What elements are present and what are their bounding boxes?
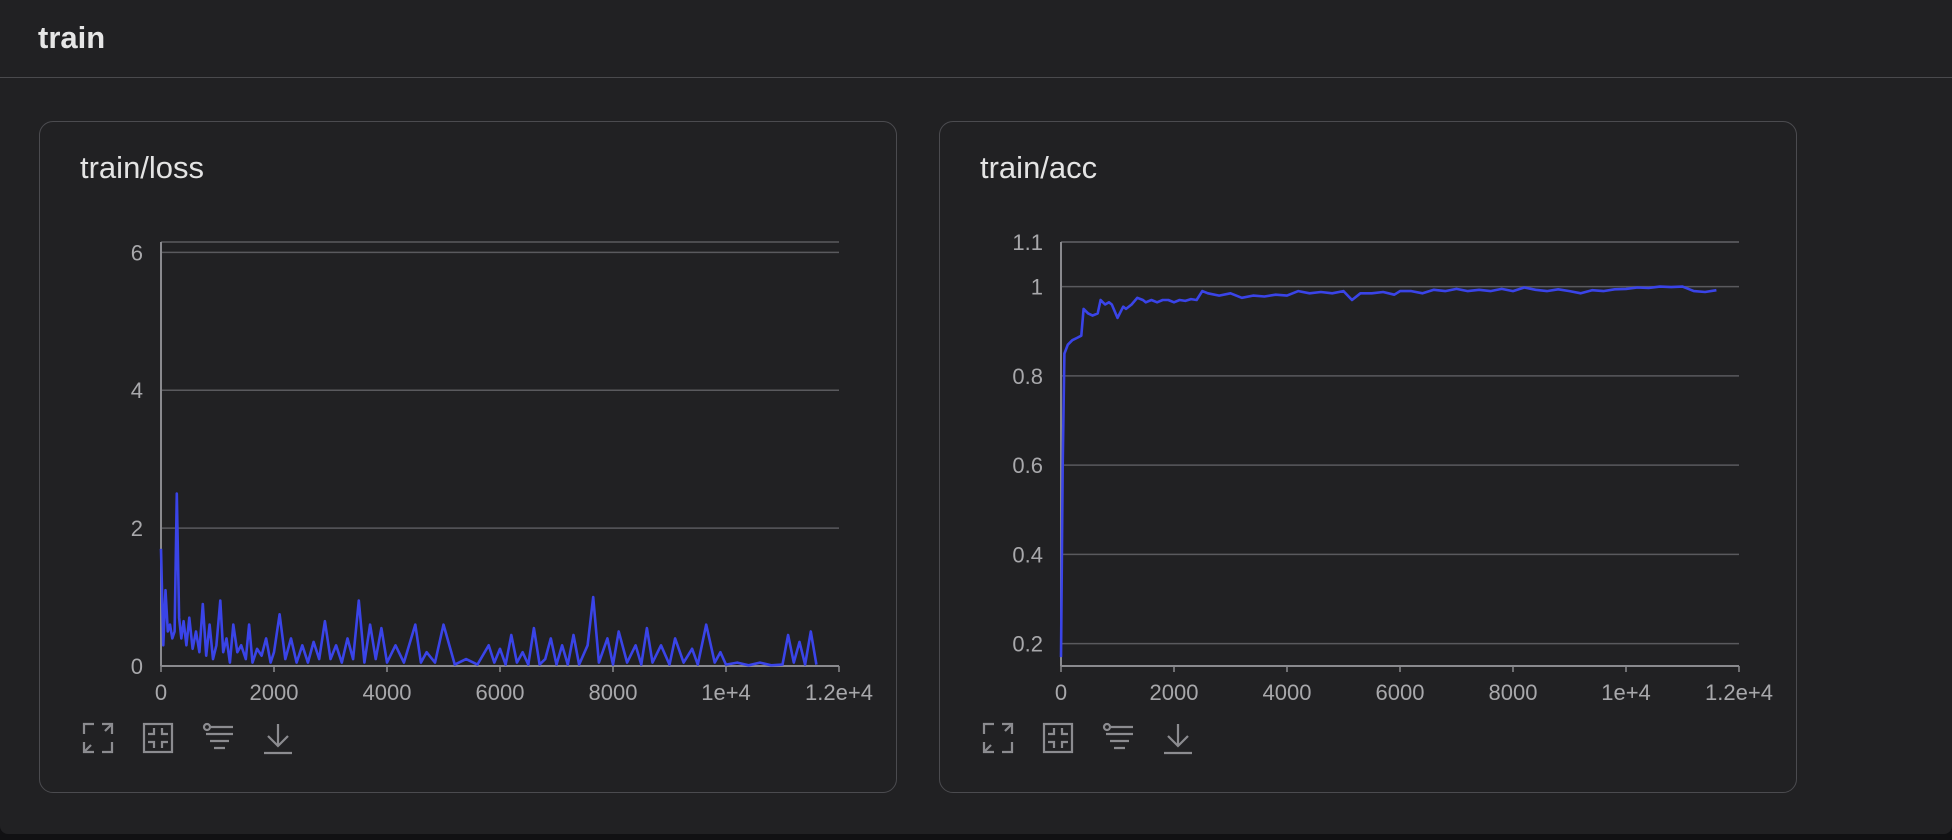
section-header[interactable]: train xyxy=(0,0,1952,78)
filter-icon[interactable] xyxy=(1100,720,1136,756)
y-tick-label: 0.4 xyxy=(1012,542,1043,567)
x-tick-label: 6000 xyxy=(1376,680,1425,705)
y-tick-label: 6 xyxy=(131,240,143,265)
fullscreen-icon[interactable] xyxy=(80,720,116,756)
section-title: train xyxy=(38,20,106,55)
download-icon[interactable] xyxy=(1160,720,1196,756)
acc-chart: 0.2 0.4 0.6 0.8 1 1.1 0 2000 4000 6000 8000 1e+4 1.2… xyxy=(1012,230,1773,705)
x-tick-label: 1e+4 xyxy=(1601,680,1651,705)
x-tick-label: 0 xyxy=(1055,680,1067,705)
x-tick-label: 0 xyxy=(155,680,167,705)
x-tick-label: 2000 xyxy=(250,680,299,705)
chart-card-loss: train/loss 0 2 4 6 0 2000 4000 6000 8000 1e+4 1.2e… xyxy=(39,121,897,793)
series-line xyxy=(1059,285,1717,658)
filter-icon[interactable] xyxy=(200,720,236,756)
download-icon[interactable] xyxy=(260,720,296,756)
x-tick-label: 2000 xyxy=(1150,680,1199,705)
x-tick-label: 1.2e+4 xyxy=(805,680,873,705)
y-tick-label: 1 xyxy=(1031,275,1043,300)
x-tick-label: 8000 xyxy=(589,680,638,705)
loss-chart: 0 2 4 6 0 2000 4000 6000 8000 1e+4 1.2e+4 xyxy=(131,240,873,705)
y-tick-label: 0.2 xyxy=(1012,632,1043,657)
x-tick-label: 4000 xyxy=(363,680,412,705)
y-tick-label: 0.6 xyxy=(1012,453,1043,478)
x-tick-label: 4000 xyxy=(1263,680,1312,705)
panel-section: train train/loss 0 2 4 6 0 2000 4000 6000 8000 1e… xyxy=(0,0,1952,834)
x-tick-label: 1e+4 xyxy=(701,680,751,705)
y-tick-label: 1.1 xyxy=(1012,230,1043,255)
x-tick-label: 6000 xyxy=(476,680,525,705)
x-tick-label: 1.2e+4 xyxy=(1705,680,1773,705)
y-tick-label: 2 xyxy=(131,516,143,541)
x-tick-label: 8000 xyxy=(1489,680,1538,705)
y-tick-label: 0 xyxy=(131,654,143,679)
y-tick-label: 4 xyxy=(131,378,143,403)
fit-icon[interactable] xyxy=(1040,720,1076,756)
chart-card-acc: train/acc 0.2 0.4 0.6 0.8 1 1.1 0 2000 4000 6000 8… xyxy=(939,121,1797,793)
series-line xyxy=(159,492,818,667)
fullscreen-icon[interactable] xyxy=(980,720,1016,756)
y-tick-label: 0.8 xyxy=(1012,364,1043,389)
fit-icon[interactable] xyxy=(140,720,176,756)
